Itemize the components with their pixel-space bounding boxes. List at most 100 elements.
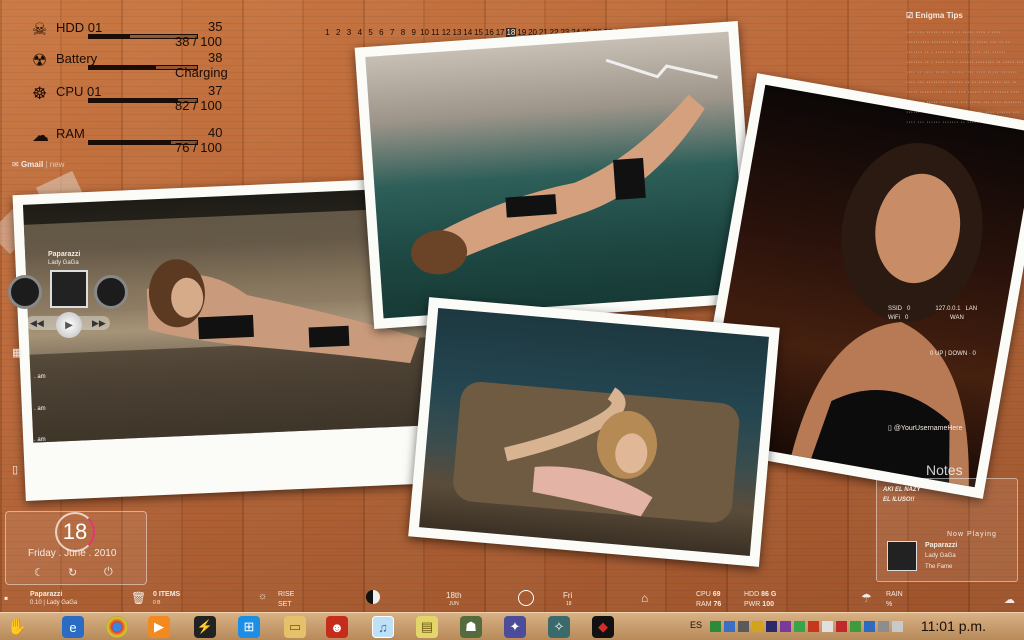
gmail-widget[interactable]: ✉ Gmail | new <box>12 160 64 169</box>
note-line: EL ILUSO!! <box>883 497 915 503</box>
meter-top-value: 40 <box>208 125 223 140</box>
np-title: Paparazzi <box>925 542 958 549</box>
meter-bottom-value: Charging <box>175 65 228 80</box>
ram-icon: ☁ <box>32 126 49 145</box>
notes-icon[interactable]: ▤ <box>416 616 438 638</box>
calendar-day[interactable]: 17 <box>495 28 506 37</box>
photo-figure <box>411 58 718 275</box>
photo-bed <box>354 20 758 330</box>
halo-icon[interactable]: ☗ <box>460 616 482 638</box>
tray-icon[interactable] <box>780 621 791 632</box>
speaker-right-icon <box>94 275 128 309</box>
windows-icon[interactable]: ⊞ <box>238 616 260 638</box>
date-text: Friday . June . 2010 <box>28 548 117 559</box>
network-widget: SSID 0 127.0.0.1 LAN WiFi 0 WAN 0 UP | D… <box>888 306 978 357</box>
tray-icon[interactable] <box>836 621 847 632</box>
tray-icon[interactable] <box>724 621 735 632</box>
game-icon[interactable]: ✦ <box>504 616 526 638</box>
tray-icon[interactable] <box>878 621 889 632</box>
calendar-day[interactable]: 2 <box>333 28 344 37</box>
tray-icon[interactable] <box>738 621 749 632</box>
speaker-left-icon <box>8 275 42 309</box>
date-month: JUN <box>449 601 459 607</box>
tray-icon[interactable] <box>822 621 833 632</box>
tray-icon[interactable] <box>794 621 805 632</box>
track-title: Paparazzi <box>30 591 63 598</box>
enigma-tips-header[interactable]: ☑ Enigma Tips <box>906 11 963 20</box>
internet-explorer-icon[interactable]: e <box>62 616 84 638</box>
date-day-circle: 18 <box>55 512 95 552</box>
game3-icon[interactable]: ◆ <box>592 616 614 638</box>
calendar-day[interactable]: 15 <box>473 28 484 37</box>
meter-ram: ☁ RAM 40 76 / 100 <box>32 125 242 156</box>
calendar-day[interactable]: 8 <box>398 28 409 37</box>
game-devil-icon[interactable]: ☻ <box>326 616 348 638</box>
meter-name: RAM <box>56 126 85 141</box>
track-artist: Lady GaGa <box>48 260 79 266</box>
trash-items: 0 ITEMS <box>153 591 181 598</box>
media-player-icon[interactable]: ▶ <box>148 616 170 638</box>
album-art <box>50 270 88 308</box>
calendar-day[interactable]: 16 <box>484 28 495 37</box>
play-button[interactable]: ▶ <box>56 312 82 338</box>
home-icon[interactable]: ⌂ <box>641 591 648 605</box>
clock-icon <box>518 590 534 606</box>
trash-icon[interactable]: 🗑 <box>131 591 146 605</box>
media-icon[interactable]: ▪ <box>4 591 8 605</box>
tray-icon[interactable] <box>864 621 875 632</box>
next-button[interactable]: ▶▶ <box>92 318 106 329</box>
meter-top-value: 35 <box>208 19 223 34</box>
previous-button[interactable]: ◀◀ <box>30 318 44 329</box>
day-name: Fri <box>563 591 573 600</box>
tray-icon[interactable] <box>766 621 777 632</box>
calendar-day[interactable]: 5 <box>365 28 376 37</box>
photo-figure <box>453 381 740 523</box>
calendar-day[interactable]: 12 <box>441 28 452 37</box>
chrome-icon[interactable] <box>106 616 128 638</box>
refresh-icon[interactable]: ↻ <box>68 566 77 579</box>
meter-name: CPU 01 <box>56 84 102 99</box>
calendar-day[interactable]: 14 <box>462 28 473 37</box>
meter-top-value: 37 <box>208 83 223 98</box>
itunes-icon[interactable]: ♫ <box>372 616 394 638</box>
np-album: The Fame <box>925 564 953 570</box>
language-indicator[interactable]: ES <box>690 620 702 630</box>
taskbar-clock[interactable]: 11:01 p.m. <box>921 618 986 634</box>
calendar-day[interactable]: 9 <box>408 28 419 37</box>
set-label: SET <box>278 601 292 608</box>
tray-icon[interactable] <box>752 621 763 632</box>
rise-label: RISE <box>278 591 295 598</box>
game2-icon[interactable]: ✧ <box>548 616 570 638</box>
tray-icon[interactable] <box>850 621 861 632</box>
calendar-day[interactable]: 11 <box>430 28 441 37</box>
calendar-day[interactable]: 4 <box>354 28 365 37</box>
meter-bottom-value: 82 / 100 <box>175 98 222 113</box>
moon-icon[interactable]: ☾ <box>34 566 44 579</box>
power-icon[interactable]: ⏻ <box>104 566 113 579</box>
tray-icon[interactable] <box>892 621 903 632</box>
twitter-widget[interactable]: ▯ @YourUsernameHere <box>888 424 963 432</box>
calendar-day[interactable]: 13 <box>452 28 463 37</box>
winamp-icon[interactable]: ⚡ <box>194 616 216 638</box>
rain-unit: % <box>886 601 893 608</box>
calendar-day[interactable]: 1 <box>322 28 333 37</box>
tray-icon[interactable] <box>710 621 721 632</box>
np-artist: Lady GaGa <box>925 553 956 559</box>
system-tray <box>710 621 903 632</box>
start-icon[interactable]: ✋ <box>6 616 28 638</box>
calendar-day[interactable]: 3 <box>344 28 355 37</box>
time-entry: . am <box>34 437 46 443</box>
umbrella-icon: ☂ <box>861 591 872 605</box>
book-icon[interactable]: ▯ <box>12 463 18 476</box>
calendar-day[interactable]: 10 <box>419 28 430 37</box>
calendar-day[interactable]: 6 <box>376 28 387 37</box>
tray-icon[interactable] <box>808 621 819 632</box>
cpu-icon: ☸ <box>32 84 48 103</box>
calendar-icon[interactable]: ▦ <box>12 346 22 359</box>
note-line: AKI EL NAZY <box>883 487 921 493</box>
folder-icon[interactable]: ▭ <box>284 616 306 638</box>
photo-armchair <box>408 297 780 567</box>
now-playing-widget: AKI EL NAZY EL ILUSO!! Now Playing Papar… <box>876 478 1018 582</box>
calendar-day[interactable]: 7 <box>387 28 398 37</box>
enigma-notes-text: ···· ··· ······ ····· ·· ····· ···· · ··… <box>906 29 1024 126</box>
